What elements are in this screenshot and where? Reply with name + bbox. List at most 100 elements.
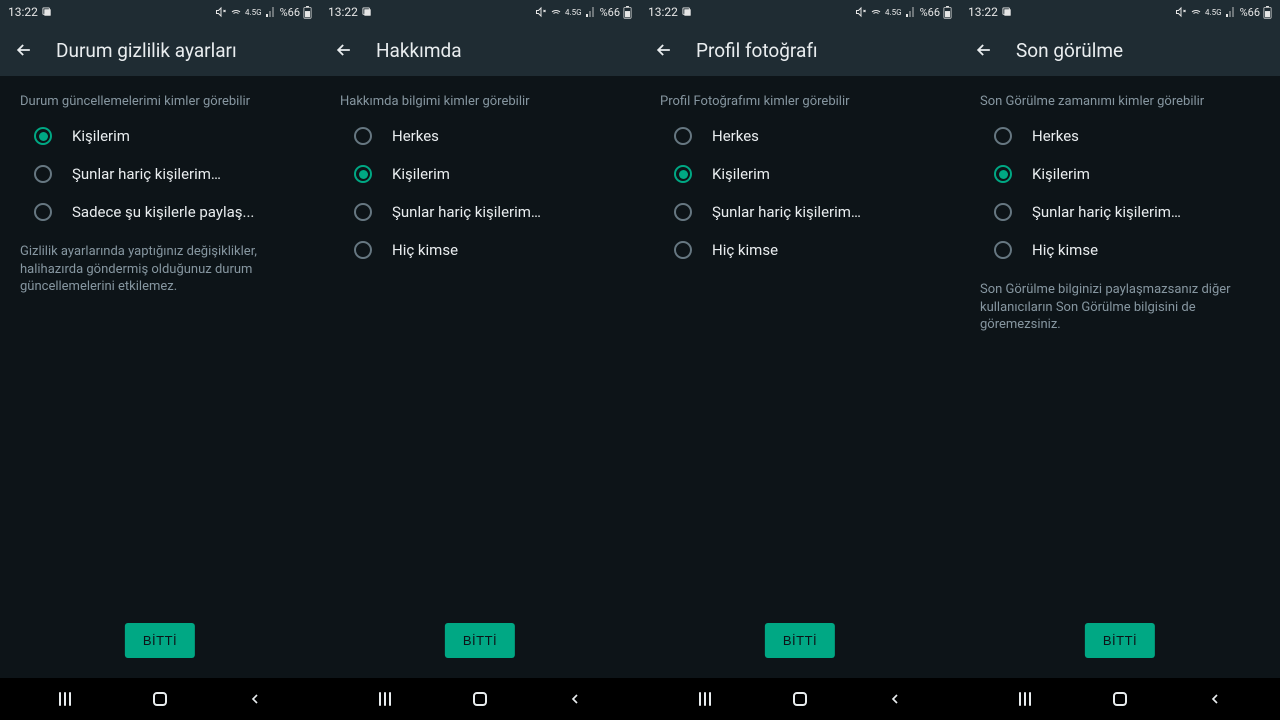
radio-option-except[interactable]: Şunlar hariç kişilerim… bbox=[320, 193, 640, 231]
app-bar: Hakkımda bbox=[320, 24, 640, 76]
signal-icon bbox=[905, 6, 917, 18]
home-icon[interactable] bbox=[788, 687, 812, 711]
radio-label: Hiç kimse bbox=[712, 241, 778, 259]
mute-icon bbox=[215, 6, 227, 18]
radio-option-everyone[interactable]: Herkes bbox=[640, 117, 960, 155]
radio-option-contacts[interactable]: Kişilerim bbox=[0, 117, 320, 155]
done-button[interactable]: BİTTİ bbox=[765, 623, 835, 658]
battery-icon bbox=[1263, 6, 1272, 19]
radio-label: Şunlar hariç kişilerim… bbox=[72, 165, 221, 183]
radio-icon bbox=[994, 165, 1012, 183]
radio-label: Herkes bbox=[392, 127, 439, 145]
screen-status-privacy: 13:22 4.5G %66 Durum gizlilik ayarları D… bbox=[0, 0, 320, 720]
radio-option-except[interactable]: Şunlar hariç kişilerim… bbox=[640, 193, 960, 231]
content: Profil Fotoğrafımı kimler görebilir Herk… bbox=[640, 76, 960, 678]
recents-icon[interactable] bbox=[693, 687, 717, 711]
screenshot-icon bbox=[682, 7, 693, 18]
radio-icon bbox=[354, 127, 372, 145]
mute-icon bbox=[535, 6, 547, 18]
radio-label: Hiç kimse bbox=[392, 241, 458, 259]
recents-icon[interactable] bbox=[1013, 687, 1037, 711]
home-icon[interactable] bbox=[148, 687, 172, 711]
back-icon[interactable] bbox=[972, 38, 996, 62]
lte-icon: 4.5G bbox=[245, 8, 262, 17]
radio-label: Herkes bbox=[1032, 127, 1079, 145]
radio-icon bbox=[674, 241, 692, 259]
radio-option-nobody[interactable]: Hiç kimse bbox=[960, 231, 1280, 269]
radio-option-everyone[interactable]: Herkes bbox=[960, 117, 1280, 155]
screen-last-seen: 13:22 4.5G %66 Son görülme Son Görülme z… bbox=[960, 0, 1280, 720]
battery-text: %66 bbox=[920, 6, 940, 19]
wifi-icon bbox=[870, 6, 882, 18]
recents-icon[interactable] bbox=[373, 687, 397, 711]
radio-label: Kişilerim bbox=[72, 127, 130, 145]
back-nav-icon[interactable] bbox=[883, 687, 907, 711]
privacy-note: Gizlilik ayarlarında yaptığınız değişikl… bbox=[0, 231, 320, 296]
radio-icon bbox=[994, 127, 1012, 145]
radio-icon bbox=[34, 203, 52, 221]
nav-bar bbox=[320, 678, 640, 720]
radio-option-nobody[interactable]: Hiç kimse bbox=[640, 231, 960, 269]
screenshot-icon bbox=[362, 7, 373, 18]
radio-option-except[interactable]: Şunlar hariç kişilerim… bbox=[960, 193, 1280, 231]
radio-option-except[interactable]: Şunlar hariç kişilerim… bbox=[0, 155, 320, 193]
screen-profile-photo: 13:22 4.5G %66 Profil fotoğrafı Profil F… bbox=[640, 0, 960, 720]
battery-text: %66 bbox=[600, 6, 620, 19]
radio-label: Herkes bbox=[712, 127, 759, 145]
battery-icon bbox=[623, 6, 632, 19]
nav-bar bbox=[640, 678, 960, 720]
signal-icon bbox=[265, 6, 277, 18]
status-bar: 13:22 4.5G %66 bbox=[320, 0, 640, 24]
back-icon[interactable] bbox=[332, 38, 356, 62]
section-heading: Son Görülme zamanımı kimler görebilir bbox=[960, 94, 1280, 117]
page-title: Profil fotoğrafı bbox=[696, 39, 818, 62]
status-time: 13:22 bbox=[968, 5, 998, 19]
mute-icon bbox=[855, 6, 867, 18]
done-button[interactable]: BİTTİ bbox=[1085, 623, 1155, 658]
battery-icon bbox=[303, 6, 312, 19]
radio-option-everyone[interactable]: Herkes bbox=[320, 117, 640, 155]
home-icon[interactable] bbox=[468, 687, 492, 711]
section-heading: Profil Fotoğrafımı kimler görebilir bbox=[640, 94, 960, 117]
radio-label: Şunlar hariç kişilerim… bbox=[392, 203, 541, 221]
radio-label: Kişilerim bbox=[712, 165, 770, 183]
signal-icon bbox=[1225, 6, 1237, 18]
back-nav-icon[interactable] bbox=[243, 687, 267, 711]
radio-option-contacts[interactable]: Kişilerim bbox=[960, 155, 1280, 193]
content: Durum güncellemelerimi kimler görebilir … bbox=[0, 76, 320, 678]
radio-option-only[interactable]: Sadece şu kişilerle paylaş... bbox=[0, 193, 320, 231]
radio-option-contacts[interactable]: Kişilerim bbox=[640, 155, 960, 193]
wifi-icon bbox=[1190, 6, 1202, 18]
status-bar: 13:22 4.5G %66 bbox=[960, 0, 1280, 24]
status-time: 13:22 bbox=[648, 5, 678, 19]
signal-icon bbox=[585, 6, 597, 18]
battery-icon bbox=[943, 6, 952, 19]
mute-icon bbox=[1175, 6, 1187, 18]
recents-icon[interactable] bbox=[53, 687, 77, 711]
radio-label: Kişilerim bbox=[392, 165, 450, 183]
wifi-icon bbox=[230, 6, 242, 18]
back-nav-icon[interactable] bbox=[563, 687, 587, 711]
app-bar: Son görülme bbox=[960, 24, 1280, 76]
back-icon[interactable] bbox=[652, 38, 676, 62]
done-button[interactable]: BİTTİ bbox=[125, 623, 195, 658]
page-title: Son görülme bbox=[1016, 39, 1123, 62]
back-icon[interactable] bbox=[12, 38, 36, 62]
radio-label: Şunlar hariç kişilerim… bbox=[712, 203, 861, 221]
back-nav-icon[interactable] bbox=[1203, 687, 1227, 711]
radio-label: Şunlar hariç kişilerim… bbox=[1032, 203, 1181, 221]
radio-option-nobody[interactable]: Hiç kimse bbox=[320, 231, 640, 269]
lte-icon: 4.5G bbox=[885, 8, 902, 17]
radio-option-contacts[interactable]: Kişilerim bbox=[320, 155, 640, 193]
radio-label: Hiç kimse bbox=[1032, 241, 1098, 259]
done-button[interactable]: BİTTİ bbox=[445, 623, 515, 658]
screenshot-icon bbox=[1002, 7, 1013, 18]
app-bar: Profil fotoğrafı bbox=[640, 24, 960, 76]
radio-icon bbox=[674, 127, 692, 145]
section-heading: Hakkımda bilgimi kimler görebilir bbox=[320, 94, 640, 117]
radio-icon bbox=[354, 241, 372, 259]
home-icon[interactable] bbox=[1108, 687, 1132, 711]
status-time: 13:22 bbox=[328, 5, 358, 19]
lte-icon: 4.5G bbox=[565, 8, 582, 17]
radio-icon bbox=[354, 165, 372, 183]
